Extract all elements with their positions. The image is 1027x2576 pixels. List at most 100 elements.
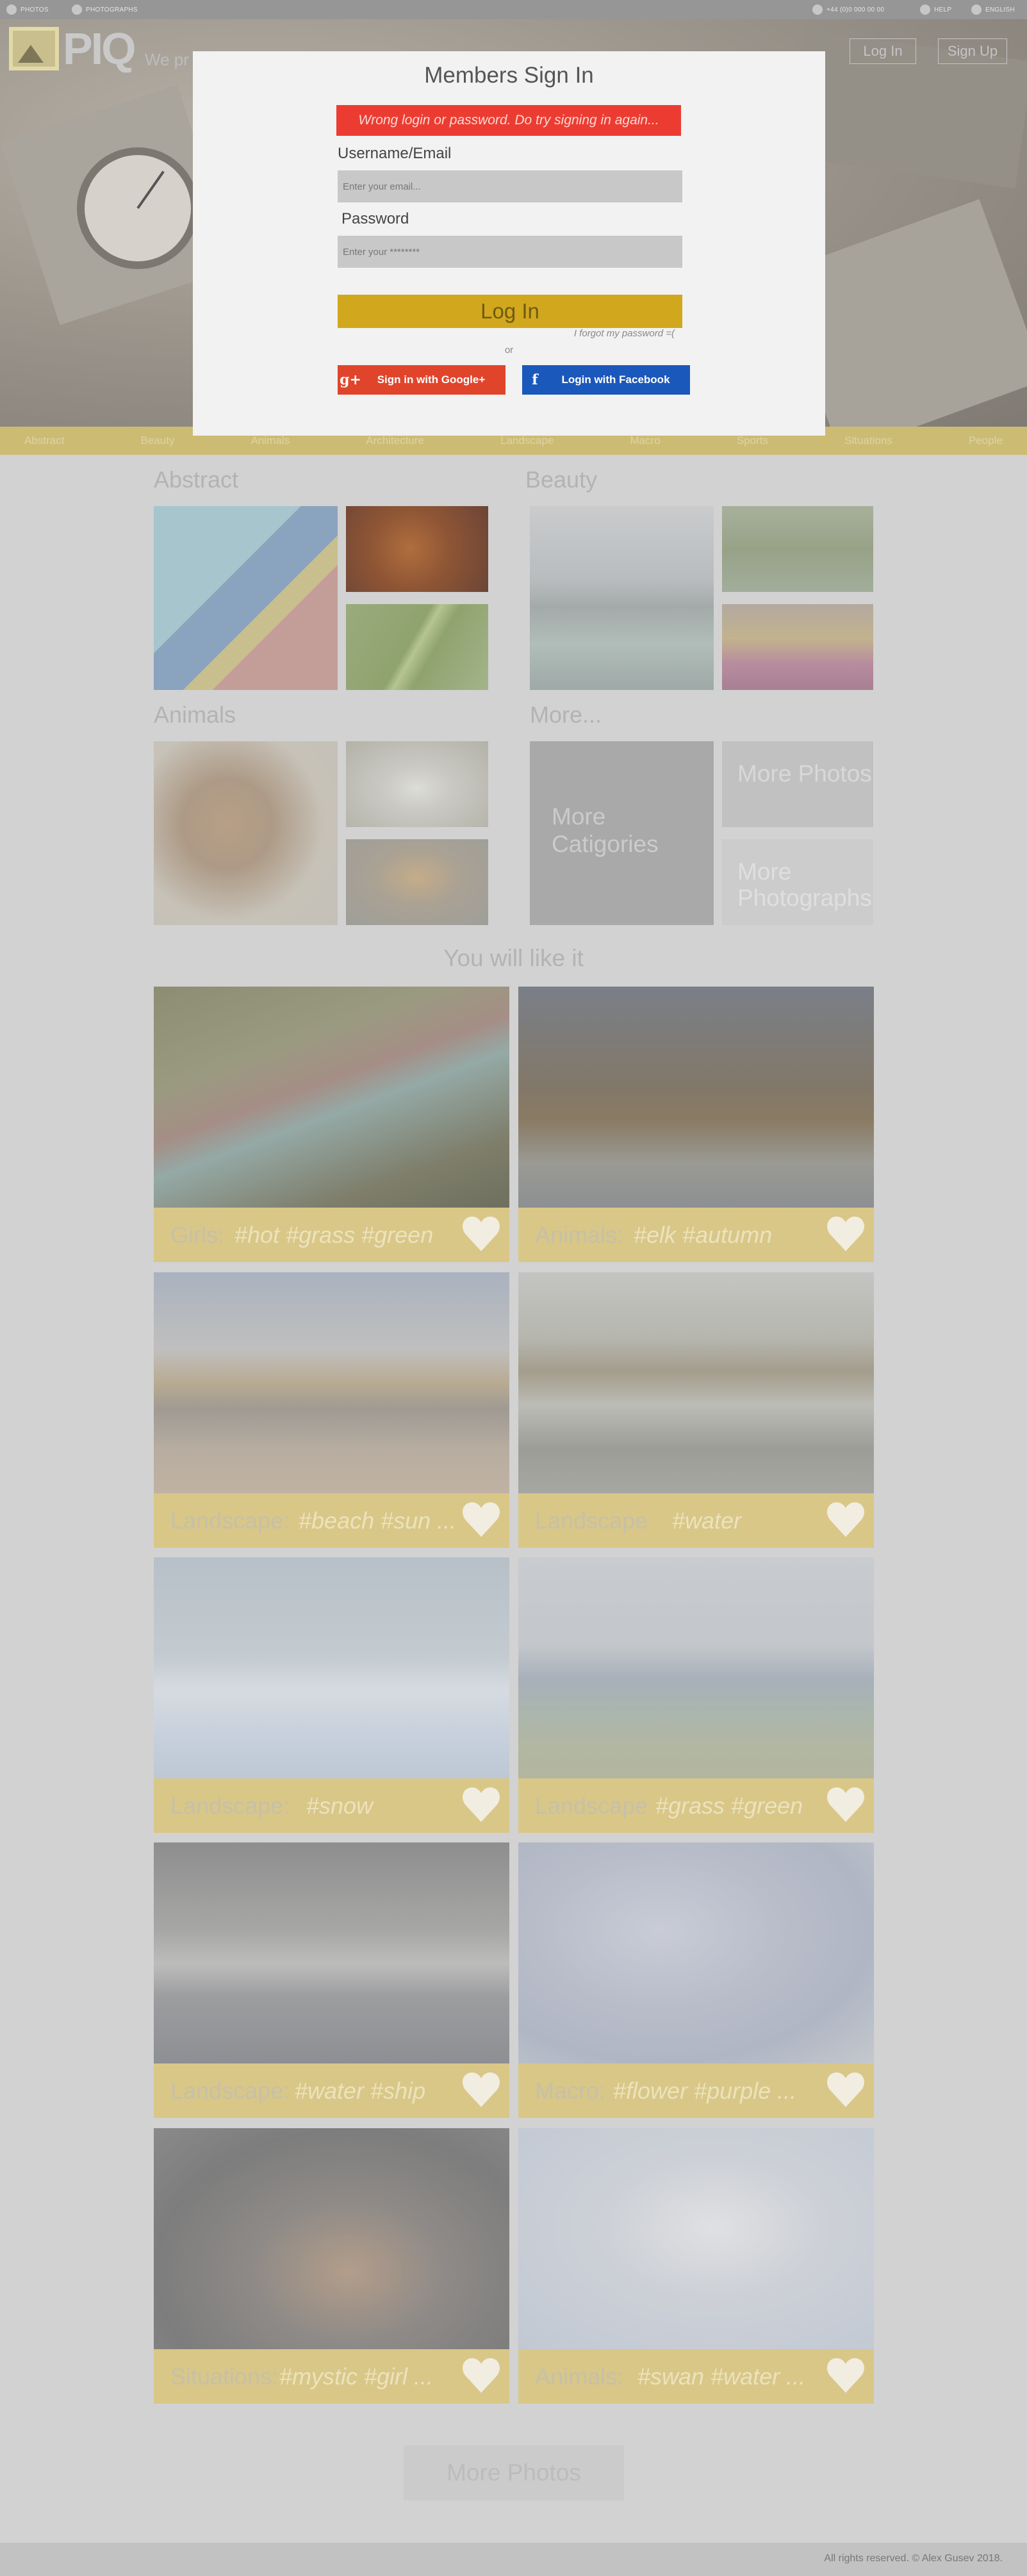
photo-caption-bar: Landscape: #beach #sun ... bbox=[154, 1493, 509, 1548]
photo-category[interactable]: Animals: bbox=[535, 1222, 623, 1249]
nav-item-landscape[interactable]: Landscape bbox=[500, 434, 554, 447]
photo-category[interactable]: Situations: bbox=[170, 2363, 278, 2390]
like-heart-icon[interactable] bbox=[825, 2070, 866, 2110]
forgot-password-link[interactable]: I forgot my password =( bbox=[193, 328, 675, 339]
like-heart-icon[interactable] bbox=[825, 1500, 866, 1539]
like-heart-icon[interactable] bbox=[461, 2070, 502, 2110]
abstract-main-image[interactable] bbox=[154, 506, 338, 690]
topbar-phone[interactable]: +44 (0)0 000 00 00 bbox=[812, 4, 884, 15]
photo-tags[interactable]: #grass #green bbox=[655, 1793, 822, 1819]
nav-item-beauty[interactable]: Beauty bbox=[141, 434, 175, 447]
photo-caption-bar: Landscape: #water #ship bbox=[154, 2063, 509, 2118]
photo-card[interactable]: Landscape: #snow bbox=[154, 1557, 509, 1833]
photo-category[interactable]: Macro: bbox=[535, 2078, 605, 2104]
more-categories-tile[interactable]: More Catigories bbox=[530, 741, 714, 925]
topbar-photos[interactable]: PHOTOS bbox=[6, 4, 49, 15]
photo-tags[interactable]: #beach #sun ... bbox=[299, 1507, 459, 1534]
animals-image-2[interactable] bbox=[346, 741, 488, 827]
nav-item-animals[interactable]: Animals bbox=[251, 434, 290, 447]
nav-item-macro[interactable]: Macro bbox=[630, 434, 660, 447]
photo-card[interactable]: Macro: #flower #purple ... bbox=[518, 1842, 874, 2118]
photo-image[interactable] bbox=[154, 987, 509, 1208]
photo-image[interactable] bbox=[518, 1272, 874, 1493]
nav-item-sports[interactable]: Sports bbox=[737, 434, 768, 447]
animals-image-3[interactable] bbox=[346, 839, 488, 925]
photo-tags[interactable]: #swan #water ... bbox=[637, 2363, 823, 2390]
category-title-more[interactable]: More... bbox=[530, 701, 602, 728]
header-signup-button[interactable]: Sign Up bbox=[938, 38, 1007, 64]
photo-tags[interactable]: #hot #grass #green bbox=[234, 1222, 459, 1249]
abstract-image-2[interactable] bbox=[346, 506, 488, 592]
category-title-animals[interactable]: Animals bbox=[154, 701, 236, 728]
nav-item-people[interactable]: People bbox=[969, 434, 1003, 447]
photo-card[interactable]: Situations: #mystic #girl ... bbox=[154, 2128, 509, 2404]
photo-category[interactable]: Landscape: bbox=[170, 1507, 290, 1534]
photo-tags[interactable]: #water bbox=[672, 1507, 826, 1534]
facebook-login-button[interactable]: f Login with Facebook bbox=[522, 365, 690, 395]
photo-card[interactable]: Landscape: #beach #sun ... bbox=[154, 1272, 509, 1548]
photo-image[interactable] bbox=[518, 2128, 874, 2349]
photo-category[interactable]: Animals: bbox=[535, 2363, 623, 2390]
photo-card[interactable]: Landscape: #water #ship bbox=[154, 1842, 509, 2118]
nav-item-architecture[interactable]: Architecture bbox=[366, 434, 424, 447]
photo-category[interactable]: Landscape bbox=[535, 1507, 648, 1534]
beauty-image-2[interactable] bbox=[722, 506, 873, 592]
photo-category[interactable]: Landscape: bbox=[170, 2078, 290, 2104]
photo-image[interactable] bbox=[154, 1842, 509, 2063]
like-heart-icon[interactable] bbox=[461, 1500, 502, 1539]
topbar-help[interactable]: HELP bbox=[920, 4, 951, 15]
topbar-photographs[interactable]: PHOTOGRAPHS bbox=[72, 4, 138, 15]
photo-image[interactable] bbox=[154, 2128, 509, 2349]
photo-tags[interactable]: #elk #autumn bbox=[634, 1222, 826, 1249]
category-title-beauty[interactable]: Beauty bbox=[525, 466, 597, 493]
photo-tags[interactable]: #snow bbox=[306, 1793, 460, 1819]
like-heart-icon[interactable] bbox=[461, 1214, 502, 1254]
photo-image[interactable] bbox=[518, 987, 874, 1208]
header-login-button[interactable]: Log In bbox=[850, 38, 916, 64]
google-signin-button[interactable]: g+ Sign in with Google+ bbox=[338, 365, 505, 395]
login-button[interactable]: Log In bbox=[338, 295, 682, 328]
photo-card[interactable]: Landscape #grass #green bbox=[518, 1557, 874, 1833]
copyright-text: All rights reserved. © Alex Gusev 2018. bbox=[824, 2553, 1003, 2564]
photo-card[interactable]: Landscape #water bbox=[518, 1272, 874, 1548]
more-photos-button[interactable]: More Photos bbox=[404, 2445, 624, 2500]
google-plus-icon: g+ bbox=[340, 372, 361, 388]
beauty-main-image[interactable] bbox=[530, 506, 714, 690]
like-heart-icon[interactable] bbox=[825, 1214, 866, 1254]
photo-tags[interactable]: #flower #purple ... bbox=[613, 2078, 825, 2104]
photo-tags[interactable]: #water #ship bbox=[295, 2078, 455, 2104]
photo-tags[interactable]: #mystic #girl ... bbox=[279, 2363, 459, 2390]
photo-category[interactable]: Landscape bbox=[535, 1793, 648, 1819]
photo-card[interactable]: Animals: #elk #autumn bbox=[518, 987, 874, 1262]
photo-caption-bar: Girls: #hot #grass #green bbox=[154, 1208, 509, 1262]
username-label: Username/Email bbox=[338, 145, 452, 162]
more-photos-tile[interactable]: More Photos bbox=[722, 741, 873, 827]
like-heart-icon[interactable] bbox=[825, 1785, 866, 1825]
photo-card[interactable]: Animals: #swan #water ... bbox=[518, 2128, 874, 2404]
password-label: Password bbox=[341, 210, 409, 227]
abstract-image-3[interactable] bbox=[346, 604, 488, 690]
photo-image[interactable] bbox=[154, 1272, 509, 1493]
like-heart-icon[interactable] bbox=[825, 2356, 866, 2395]
footer: All rights reserved. © Alex Gusev 2018. bbox=[0, 2543, 1027, 2576]
password-input[interactable] bbox=[338, 236, 682, 268]
photo-card[interactable]: Girls: #hot #grass #green bbox=[154, 987, 509, 1262]
photo-image[interactable] bbox=[154, 1557, 509, 1778]
photo-category[interactable]: Girls: bbox=[170, 1222, 224, 1249]
nav-item-abstract[interactable]: Abstract bbox=[24, 434, 64, 447]
photo-image[interactable] bbox=[518, 1557, 874, 1778]
topbar-language[interactable]: ENGLISH bbox=[971, 4, 1015, 15]
category-title-abstract[interactable]: Abstract bbox=[154, 466, 238, 493]
photo-image[interactable] bbox=[518, 1842, 874, 2063]
photo-caption-bar: Landscape #water bbox=[518, 1493, 874, 1548]
beauty-image-3[interactable] bbox=[722, 604, 873, 690]
site-logo[interactable]: PIQ bbox=[9, 24, 144, 74]
facebook-button-label: Login with Facebook bbox=[561, 373, 670, 386]
like-heart-icon[interactable] bbox=[461, 2356, 502, 2395]
animals-main-image[interactable] bbox=[154, 741, 338, 925]
username-input[interactable] bbox=[338, 170, 682, 202]
nav-item-situations[interactable]: Situations bbox=[844, 434, 892, 447]
photo-category[interactable]: Landscape: bbox=[170, 1793, 290, 1819]
like-heart-icon[interactable] bbox=[461, 1785, 502, 1825]
more-photographs-tile[interactable]: More Photographs bbox=[722, 839, 873, 925]
